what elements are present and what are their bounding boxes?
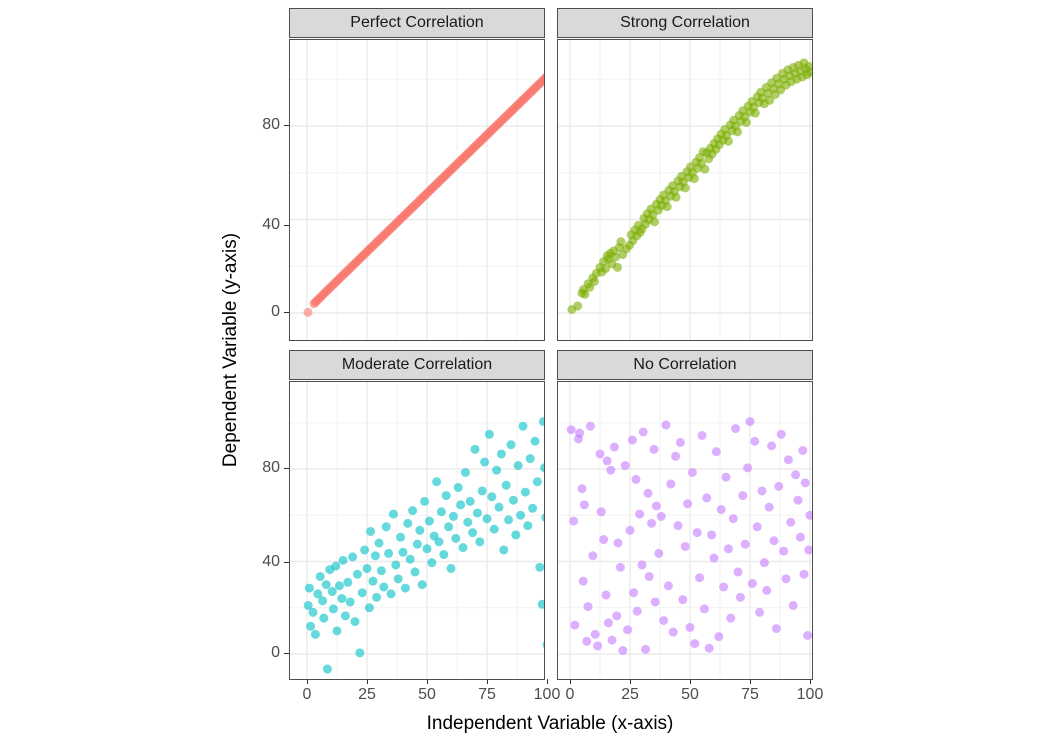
facet-strip-no-correlation: No Correlation bbox=[557, 350, 813, 380]
x-tick-label-right-100: 100 bbox=[796, 686, 824, 703]
x-tick-mark bbox=[547, 679, 548, 684]
plot-panel-strong-correlation bbox=[557, 39, 813, 341]
scatter-facet-chart: Dependent Variable (y-axis) Independent … bbox=[0, 0, 1049, 749]
x-tick-label-left-50: 50 bbox=[418, 686, 436, 703]
facet-strip-moderate-correlation: Moderate Correlation bbox=[289, 350, 545, 380]
facet-title: No Correlation bbox=[633, 356, 737, 373]
x-axis-title: Independent Variable (x-axis) bbox=[426, 713, 674, 734]
plot-panel-perfect-correlation bbox=[289, 39, 545, 341]
facet-perfect-correlation: Perfect Correlation bbox=[289, 8, 545, 341]
x-tick-label-right-50: 50 bbox=[681, 686, 699, 703]
scatter-points-no-correlation bbox=[558, 382, 812, 679]
y-tick-label-top-0: 0 bbox=[271, 303, 280, 320]
facet-strong-correlation: Strong Correlation bbox=[557, 8, 813, 341]
scatter-points-perfect-correlation bbox=[290, 40, 544, 340]
facet-strip-strong-correlation: Strong Correlation bbox=[557, 8, 813, 38]
facet-strip-perfect-correlation: Perfect Correlation bbox=[289, 8, 545, 38]
y-axis-title: Dependent Variable (y-axis) bbox=[220, 232, 241, 468]
y-tick-label-bottom-40: 40 bbox=[262, 553, 280, 570]
plot-panel-no-correlation bbox=[557, 381, 813, 680]
x-tick-label-right-25: 25 bbox=[621, 686, 639, 703]
facet-title: Strong Correlation bbox=[620, 14, 750, 31]
y-tick-label-top-80: 80 bbox=[262, 116, 280, 133]
facet-moderate-correlation: Moderate Correlation bbox=[289, 350, 545, 680]
facet-title: Moderate Correlation bbox=[341, 356, 493, 373]
x-tick-label-right-75: 75 bbox=[741, 686, 759, 703]
plot-panel-moderate-correlation bbox=[289, 381, 545, 680]
scatter-points-strong-correlation bbox=[558, 40, 812, 340]
facet-title: Perfect Correlation bbox=[350, 14, 484, 31]
y-tick-label-bottom-0: 0 bbox=[271, 644, 280, 661]
x-tick-label-left-0: 0 bbox=[302, 686, 312, 703]
y-tick-label-top-40: 40 bbox=[262, 216, 280, 233]
x-tick-label-left-25: 25 bbox=[358, 686, 376, 703]
facet-no-correlation: No Correlation bbox=[557, 350, 813, 680]
scatter-points-moderate-correlation bbox=[290, 382, 544, 679]
y-tick-label-bottom-80: 80 bbox=[262, 459, 280, 476]
x-tick-label-right-0: 0 bbox=[565, 686, 575, 703]
x-tick-label-left-75: 75 bbox=[478, 686, 496, 703]
